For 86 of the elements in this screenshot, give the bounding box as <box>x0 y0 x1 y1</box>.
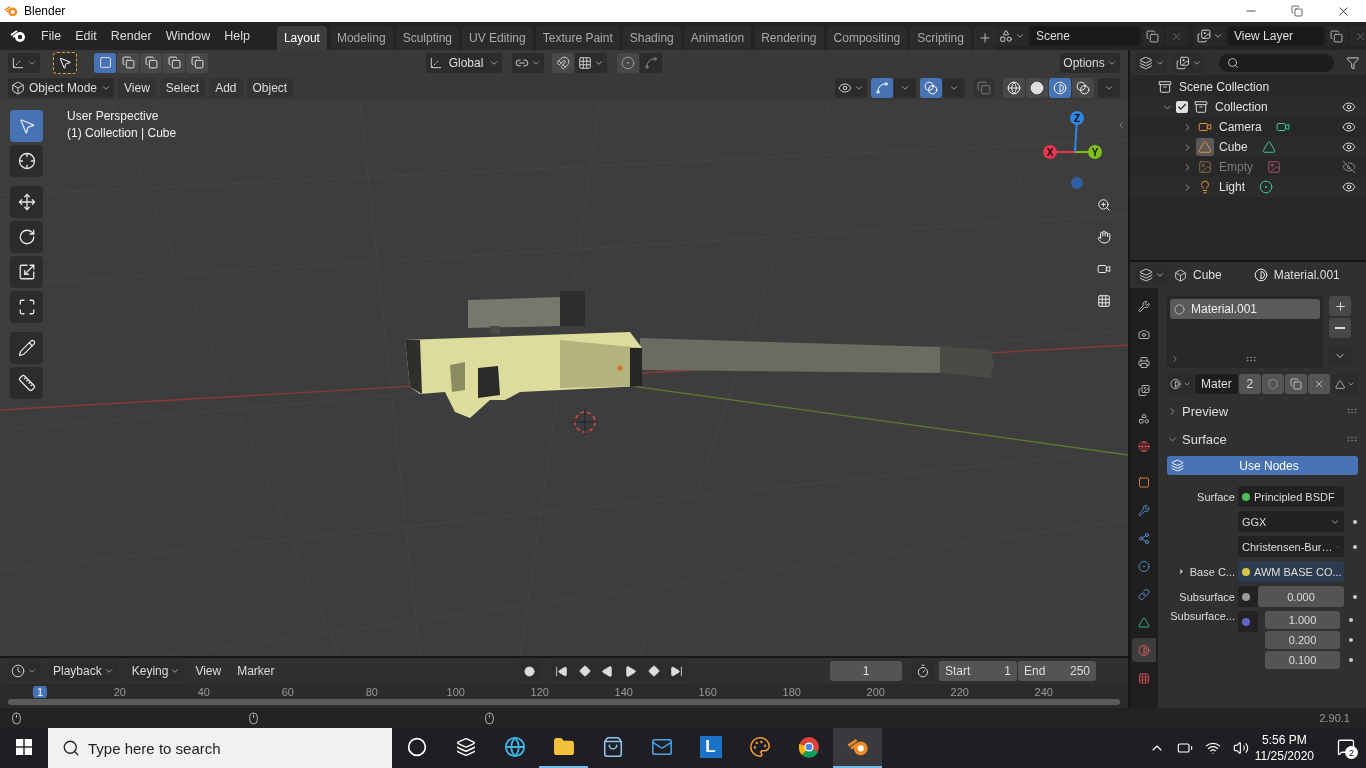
section-header[interactable]: Surface <box>1182 431 1227 447</box>
frame-tick-label: 160 <box>697 686 718 698</box>
frame-tick-label: 180 <box>781 686 802 698</box>
clock-time[interactable]: 5:56 PM <box>1262 733 1307 747</box>
frame-tick-label: 40 <box>196 686 211 698</box>
field-label: Start <box>945 664 971 678</box>
window-title: Blender <box>24 4 66 18</box>
number-field[interactable]: 0.100 <box>1265 650 1340 669</box>
frame-tick-label: 140 <box>613 686 634 698</box>
outliner-item[interactable]: Cube <box>1219 140 1248 154</box>
notifications-button[interactable]: 2 <box>1326 728 1366 768</box>
frame-tick-label: 60 <box>280 686 295 698</box>
frame-tick-label: 200 <box>865 686 886 698</box>
app-letter-icon: L <box>699 736 722 758</box>
workspace-tab[interactable]: Modeling <box>329 26 393 50</box>
socket-link-field[interactable]: Principled BSDF <box>1238 486 1344 507</box>
outliner-item[interactable]: Scene Collection <box>1179 80 1270 94</box>
outliner-item[interactable]: Camera <box>1219 120 1262 134</box>
workspace-tab[interactable]: Compositing <box>826 26 908 50</box>
menu-button[interactable]: Marker <box>231 661 281 681</box>
users-button[interactable]: 2 <box>1238 374 1261 394</box>
use-nodes-button[interactable]: Use Nodes <box>1167 456 1358 475</box>
viewport-info: (1) Collection | Cube <box>67 126 177 140</box>
start-frame-field[interactable]: Start 1 <box>939 661 1017 681</box>
workspace-tab[interactable]: Sculpting <box>395 26 459 50</box>
menu-dropdown[interactable]: Keying <box>126 661 186 681</box>
options-dropdown[interactable]: Options <box>1060 52 1120 73</box>
menu-item[interactable]: File <box>34 29 69 43</box>
view-layer-field[interactable]: View Layer <box>1227 26 1324 46</box>
dropdown[interactable]: Christensen-Bur… <box>1238 536 1344 557</box>
workspace-tab[interactable]: Rendering <box>754 26 824 50</box>
menu-button[interactable]: View <box>118 77 156 98</box>
menu-item[interactable]: Help <box>217 29 257 43</box>
end-frame-field[interactable]: End 250 <box>1018 661 1096 681</box>
axis-handle[interactable]: X <box>1043 145 1076 159</box>
workspace-tab[interactable]: Layout <box>276 26 327 50</box>
dropdown[interactable]: GGX <box>1238 511 1344 532</box>
outliner-item[interactable]: Light <box>1219 180 1246 194</box>
input-label: Subsurface... <box>1170 610 1235 622</box>
frame-tick-label: 120 <box>529 686 550 698</box>
workspace-tab[interactable]: UV Editing <box>462 26 533 50</box>
menu-item[interactable]: Edit <box>68 29 104 43</box>
mode-dropdown[interactable]: Object Mode <box>8 77 114 98</box>
field-value: 250 <box>1069 664 1090 678</box>
menu-button[interactable]: Object <box>246 77 294 98</box>
outliner-item[interactable]: Collection <box>1215 100 1268 114</box>
scene-field[interactable]: Scene <box>1029 26 1140 46</box>
menu-button[interactable]: Add <box>209 77 243 98</box>
workspace-tab[interactable]: Scripting <box>910 26 971 50</box>
axis-handle[interactable]: Z <box>1070 111 1084 153</box>
frame-field[interactable]: 1 <box>830 661 902 681</box>
material-name-field[interactable]: Mater <box>1195 374 1238 394</box>
number-field[interactable]: 1.000 <box>1265 610 1340 629</box>
viewport-info: User Perspective <box>67 109 160 123</box>
menu-dropdown[interactable]: Playback <box>48 661 119 681</box>
frame-tick-label: 80 <box>364 686 379 698</box>
orientation-dropdown[interactable]: Global <box>426 52 502 73</box>
breadcrumb-material: Material.001 <box>1273 268 1340 282</box>
socket-link-field[interactable]: AWM BASE CO... <box>1238 561 1344 582</box>
field-label: End <box>1024 664 1046 678</box>
frame-tick-label: 1 <box>32 686 48 698</box>
frame-tick-label: 20 <box>112 686 127 698</box>
field-value: 1 <box>1004 664 1011 678</box>
section-header[interactable]: Preview <box>1182 403 1229 419</box>
material-slot[interactable]: Material.001 <box>1170 299 1320 319</box>
menu-item[interactable]: Window <box>158 29 218 43</box>
menu-button[interactable]: Select <box>159 77 206 98</box>
frame-tick-label: 240 <box>1033 686 1054 698</box>
number-field[interactable]: 0.000 <box>1258 586 1344 607</box>
workspace-tab[interactable]: Animation <box>683 26 752 50</box>
breadcrumb-object: Cube <box>1193 268 1222 282</box>
frame-tick-label: 220 <box>949 686 970 698</box>
menu-button[interactable]: View <box>189 661 228 681</box>
taskbar-app[interactable]: L <box>686 728 735 768</box>
search-field[interactable]: Type here to search <box>48 728 392 768</box>
menu-item[interactable]: Render <box>103 29 159 43</box>
version-label: 2.90.1 <box>1319 712 1350 724</box>
workspace-tab[interactable]: Texture Paint <box>535 26 620 50</box>
input-label: Base C... <box>1189 565 1235 578</box>
workspace-tab[interactable]: Shading <box>622 26 681 50</box>
input-label: Surface <box>1197 490 1235 503</box>
frame-tick-label: 100 <box>445 686 466 698</box>
input-label: Subsurface <box>1179 590 1235 603</box>
notification-count: 2 <box>1345 746 1358 759</box>
number-field[interactable]: 0.200 <box>1265 630 1340 649</box>
clock-date[interactable]: 11/25/2020 <box>1254 749 1314 763</box>
